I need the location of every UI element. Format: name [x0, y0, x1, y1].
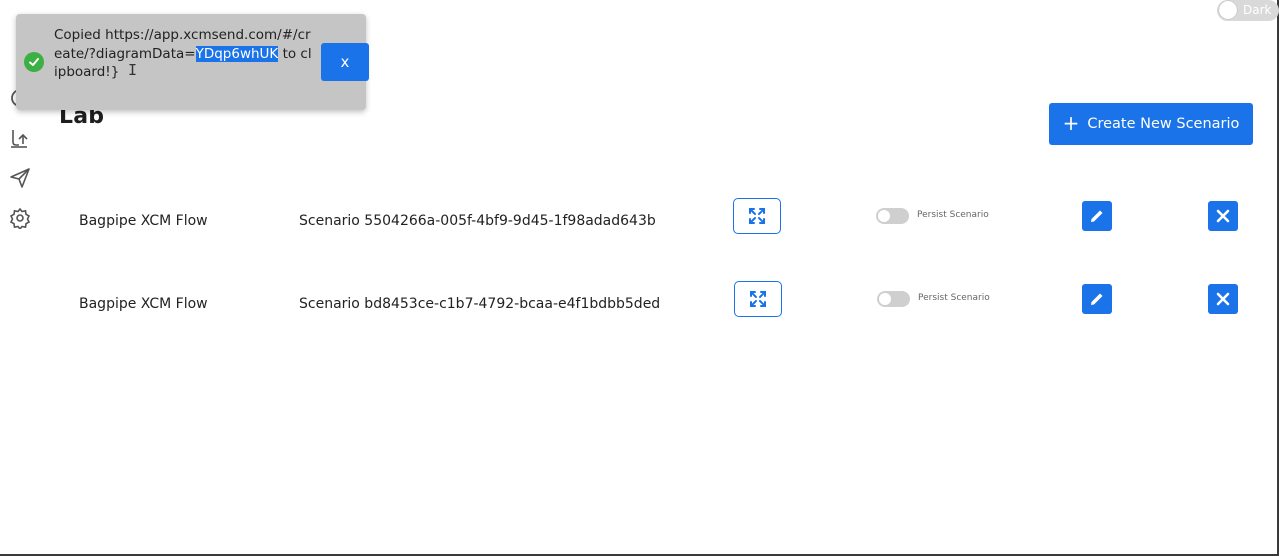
scenario-name: Scenario 5504266a-005f-4bf9-9d45-1f98ada…: [299, 213, 656, 229]
scenario-name: Scenario bd8453ce-c1b7-4792-bcaa-e4f1bdb…: [299, 296, 661, 312]
text-cursor-icon: I: [128, 61, 138, 79]
create-new-scenario-button[interactable]: + Create New Scenario: [1049, 103, 1253, 145]
scenario-row: Bagpipe XCM Flow Scenario 5504266a-005f-…: [0, 198, 1279, 248]
share-scenario-button[interactable]: [733, 198, 781, 234]
persist-scenario-toggle[interactable]: [876, 208, 909, 224]
persist-scenario-label: Persist Scenario: [917, 210, 989, 220]
share-link-icon: [750, 291, 766, 307]
toast-message[interactable]: Copied https://app.xcmsend.com/#/create/…: [54, 26, 312, 82]
toggle-knob: [879, 293, 891, 305]
selected-text: YDqp6whUK: [195, 45, 279, 62]
edit-scenario-button[interactable]: [1082, 284, 1112, 314]
edit-scenario-button[interactable]: [1082, 201, 1112, 231]
lab-icon[interactable]: [9, 127, 31, 149]
flow-name: Bagpipe XCM Flow: [79, 296, 208, 312]
close-icon: [1216, 209, 1230, 223]
dark-mode-label: Dark: [1243, 3, 1272, 17]
toggle-knob: [1219, 1, 1237, 19]
delete-scenario-button[interactable]: [1208, 284, 1238, 314]
share-scenario-button[interactable]: [734, 281, 782, 317]
scenario-row: Bagpipe XCM Flow Scenario bd8453ce-c1b7-…: [0, 281, 1279, 331]
delete-scenario-button[interactable]: [1208, 201, 1238, 231]
close-icon: [1216, 292, 1230, 306]
success-check-icon: [24, 52, 44, 72]
flow-name: Bagpipe XCM Flow: [79, 213, 208, 229]
pencil-icon: [1091, 293, 1103, 305]
persist-scenario-label: Persist Scenario: [918, 293, 990, 303]
dark-mode-toggle[interactable]: Dark: [1217, 0, 1279, 21]
pencil-icon: [1091, 210, 1103, 222]
copied-toast: Copied https://app.xcmsend.com/#/create/…: [16, 14, 369, 110]
toggle-knob: [878, 210, 890, 222]
persist-scenario-toggle[interactable]: [877, 291, 910, 307]
plus-icon: +: [1062, 111, 1080, 135]
share-link-icon: [749, 208, 765, 224]
send-icon[interactable]: [9, 167, 31, 189]
create-button-label: Create New Scenario: [1087, 116, 1240, 132]
toast-close-button[interactable]: x: [321, 43, 369, 81]
